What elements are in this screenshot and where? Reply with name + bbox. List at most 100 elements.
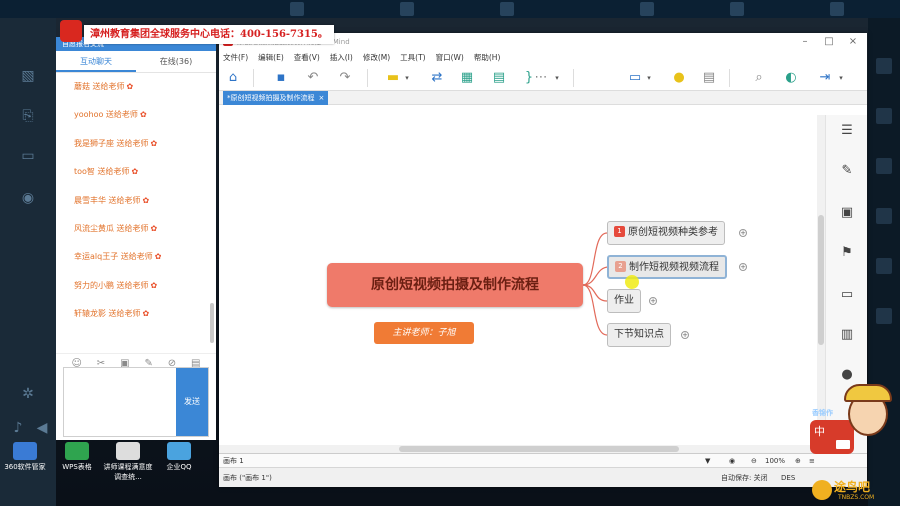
share-icon[interactable]: ◐ xyxy=(783,70,799,86)
list-item: 我是狮子座 送给老师 ✿ xyxy=(56,130,216,158)
tab-online[interactable]: 在线(36) xyxy=(136,51,216,72)
desktop-shortcut[interactable]: WPS表格 xyxy=(52,440,102,472)
undo-icon[interactable]: ↶ xyxy=(305,70,321,86)
search-icon[interactable]: ⌕ xyxy=(751,70,767,86)
menu-file[interactable]: 文件(F) xyxy=(223,51,248,65)
eye-icon[interactable]: ◉ xyxy=(729,454,735,468)
scroll-thumb[interactable] xyxy=(818,215,824,345)
taskbar-thumb[interactable] xyxy=(290,2,304,16)
scroll-thumb[interactable] xyxy=(399,446,679,452)
menu-insert[interactable]: 插入(I) xyxy=(330,51,353,65)
autosave-status[interactable]: 自动保存: 关闭 xyxy=(721,468,768,488)
presentation-icon[interactable]: ▭ xyxy=(627,70,643,86)
minimize-icon[interactable]: – xyxy=(797,33,813,51)
chat-message-list[interactable]: 蘑菇 送给老师 ✿ yoohoo 送给老师 ✿ 我是狮子座 送给老师 ✿ too智 送… xyxy=(56,73,216,353)
menu-tools[interactable]: 工具(T) xyxy=(400,51,425,65)
outline-icon[interactable]: ☰ xyxy=(839,123,855,139)
desktop-shortcut[interactable]: 讲师课程满意度调查统... xyxy=(102,440,154,482)
status-left: 画布 ("画布 1") xyxy=(223,474,272,482)
desktop-icon[interactable] xyxy=(876,108,892,124)
taskbar-thumb[interactable] xyxy=(500,2,514,16)
menu-help[interactable]: 帮助(H) xyxy=(474,51,501,65)
chevron-down-icon[interactable]: ▾ xyxy=(403,70,411,86)
close-icon[interactable]: × xyxy=(845,33,861,51)
message-text: 幸运alq王子 送给老师 xyxy=(74,252,153,262)
zoom-out-icon[interactable]: ⊖ xyxy=(751,454,757,468)
maximize-icon[interactable]: □ xyxy=(821,33,837,51)
screen-icon[interactable]: ▭ xyxy=(18,146,38,166)
summary-icon[interactable]: ▤ xyxy=(491,70,507,86)
taskbar-thumb[interactable] xyxy=(400,2,414,16)
status-right: DES xyxy=(781,474,796,482)
desktop-icon[interactable] xyxy=(876,158,892,174)
close-icon[interactable]: × xyxy=(319,94,325,102)
tab-chat[interactable]: 互动聊天 xyxy=(56,51,136,72)
save-icon[interactable]: ▪ xyxy=(273,70,289,86)
presenter-label[interactable]: 主讲老师：子旭 xyxy=(374,322,474,344)
chat-scrollbar[interactable] xyxy=(210,303,214,343)
topic-homework[interactable]: 作业 xyxy=(607,289,641,313)
home-icon[interactable]: ⌂ xyxy=(225,70,241,86)
speaker-icon[interactable]: ◀ xyxy=(32,418,52,438)
export-icon[interactable]: ⇥ xyxy=(817,70,833,86)
zoom-in-icon[interactable]: ⊕ xyxy=(795,454,801,468)
desktop-shortcut[interactable]: 360软件管家 xyxy=(0,440,50,472)
menu-view[interactable]: 查看(V) xyxy=(294,51,320,65)
desktop-icon[interactable] xyxy=(876,208,892,224)
more-icon[interactable]: ⋯ xyxy=(533,70,549,86)
sheet-tab[interactable]: 画布 1 xyxy=(223,454,244,468)
service-banner: 漳州教育集团全球服务中心电话：400-156-7315。 xyxy=(84,25,334,44)
desktop-icon[interactable] xyxy=(876,308,892,324)
image-icon[interactable]: ▣ xyxy=(839,205,855,221)
idea-bulb-icon[interactable]: ● xyxy=(671,70,687,86)
flower-icon: ✿ xyxy=(150,280,158,290)
filter-icon[interactable]: ▼ xyxy=(705,454,710,468)
taskbar-thumb[interactable] xyxy=(730,2,744,16)
notes-icon[interactable]: ▥ xyxy=(839,327,855,343)
chevron-down-icon[interactable]: ▾ xyxy=(553,70,561,86)
tab-document[interactable]: *原创短视频拍摄及制作流程 × xyxy=(223,91,329,105)
desktop-icon[interactable] xyxy=(876,258,892,274)
chevron-down-icon[interactable]: ▾ xyxy=(837,70,845,86)
keyboard-key-icon xyxy=(836,440,850,449)
chevron-down-icon[interactable]: ▾ xyxy=(645,70,653,86)
menu-edit[interactable]: 编辑(E) xyxy=(258,51,284,65)
desktop-shortcut[interactable]: 企业QQ xyxy=(154,440,204,472)
layout-icon[interactable]: ▤ xyxy=(701,70,717,86)
taskbar-thumb[interactable] xyxy=(640,2,654,16)
topic-1[interactable]: 1 原创短视频种类参考 xyxy=(607,221,725,245)
chart-icon[interactable]: ▧ xyxy=(18,66,38,86)
flower-icon: ✿ xyxy=(126,82,134,91)
redo-icon[interactable]: ↷ xyxy=(337,70,353,86)
topic-next-lesson[interactable]: 下节知识点 xyxy=(607,323,671,347)
format-brush-icon[interactable]: ✎ xyxy=(839,163,855,179)
topic-icon[interactable]: ▬ xyxy=(385,70,401,86)
mindmap-canvas[interactable]: 原创短视频拍摄及制作流程 主讲老师：子旭 1 原创短视频种类参考 + 2 制作短视频… xyxy=(219,115,817,445)
list-item: too智 送给老师 ✿ xyxy=(56,158,216,186)
expand-icon[interactable]: + xyxy=(739,229,747,237)
boundary-icon[interactable]: ▦ xyxy=(459,70,475,86)
camera-icon[interactable]: ◉ xyxy=(18,188,38,208)
flower-icon: ✿ xyxy=(142,195,150,205)
style-icon[interactable]: ▭ xyxy=(839,287,855,303)
topic-2[interactable]: 2 制作短视频视频流程 xyxy=(607,255,727,279)
menu-modify[interactable]: 修改(M) xyxy=(363,51,390,65)
send-button[interactable]: 发送 xyxy=(176,368,208,436)
relationship-icon[interactable]: ⇄ xyxy=(429,70,445,86)
share-icon[interactable]: ⎘ xyxy=(18,106,38,126)
chat-input[interactable] xyxy=(64,368,177,436)
flower-icon: ✿ xyxy=(150,223,158,233)
expand-icon[interactable]: + xyxy=(649,297,657,305)
microphone-icon[interactable]: ♪ xyxy=(8,418,28,438)
menu-bar: 文件(F) 编辑(E) 查看(V) 插入(I) 修改(M) 工具(T) 窗口(W… xyxy=(219,51,867,65)
central-topic[interactable]: 原创短视频拍摄及制作流程 xyxy=(327,263,583,307)
taskbar-thumb[interactable] xyxy=(830,2,844,16)
expand-icon[interactable]: + xyxy=(681,331,689,339)
desktop-icon[interactable] xyxy=(876,58,892,74)
expand-icon[interactable]: + xyxy=(739,263,747,271)
settings-gear-icon[interactable]: ✲ xyxy=(18,384,38,404)
list-item: 努力的小鹏 送给老师 ✿ xyxy=(56,272,216,300)
horizontal-scrollbar[interactable] xyxy=(219,445,817,453)
flag-icon[interactable]: ⚑ xyxy=(839,245,855,261)
menu-window[interactable]: 窗口(W) xyxy=(436,51,464,65)
